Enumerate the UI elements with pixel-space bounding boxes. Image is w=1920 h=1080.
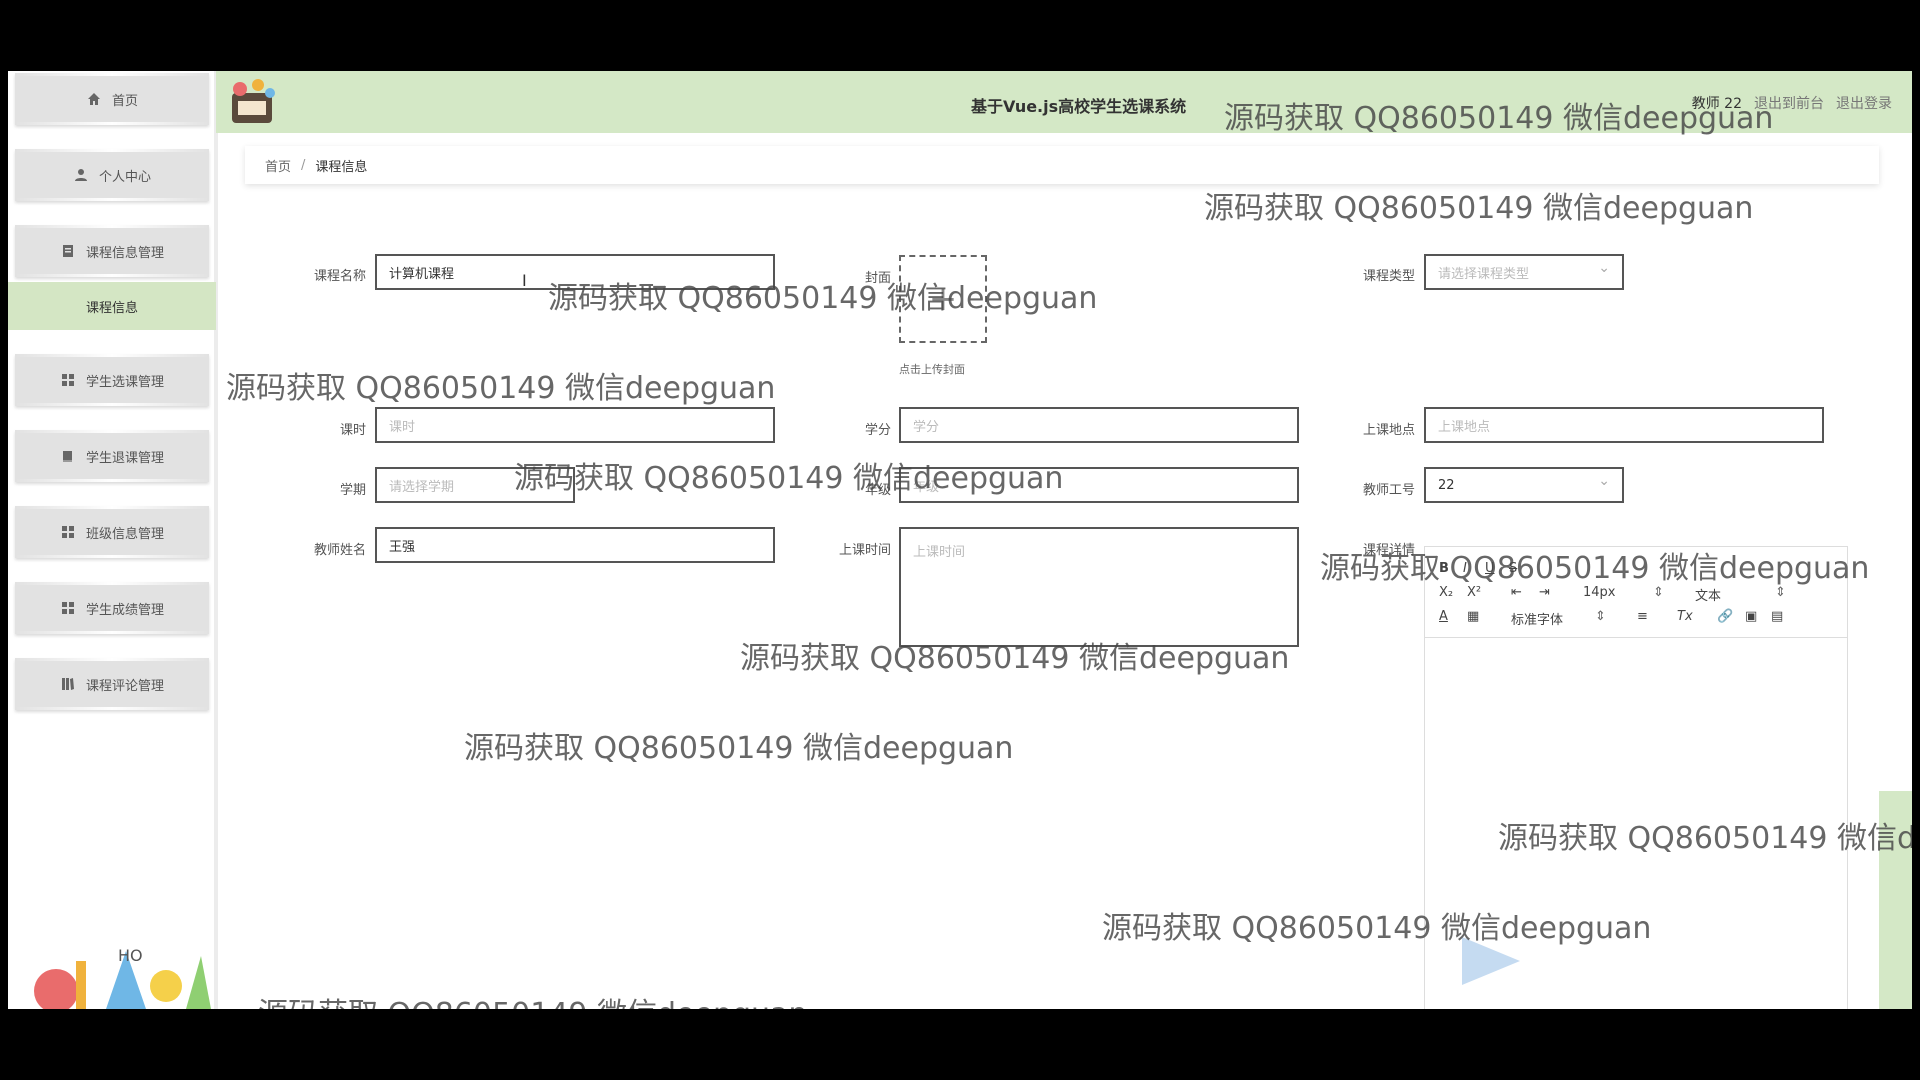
grid-icon (60, 524, 76, 540)
teacher-name-label: 教师姓名 (313, 543, 366, 558)
chevron-updown-icon: ⇕ (1595, 609, 1606, 624)
italic-icon[interactable]: I (1463, 561, 1467, 576)
teacher-id-select[interactable]: 22 (1424, 467, 1624, 503)
sidebar-item-label: 课程评论管理 (85, 678, 164, 694)
library-icon (60, 676, 76, 692)
plus-icon: + (928, 279, 958, 319)
class-time-textarea[interactable]: 上课时间 (899, 527, 1299, 647)
sidebar-item-class-management[interactable]: 班级信息管理 (15, 506, 209, 558)
class-time-label: 上课时间 (838, 543, 891, 558)
credit-label: 学分 (864, 423, 891, 438)
user-area: 教师 22 退出到前台 退出登录 (1692, 93, 1892, 113)
grade-input[interactable]: 年级 (899, 467, 1299, 503)
watermark-text: 源码获取 QQ86050149 微信deepguan (226, 371, 776, 406)
block-type-select[interactable]: 文本 (1695, 585, 1721, 604)
sidebar-item-student-withdraw[interactable]: 学生退课管理 (15, 430, 209, 482)
sidebar-decoration-image: HO (34, 946, 211, 1009)
right-edge-decoration (1879, 791, 1912, 1009)
course-name-label: 课程名称 (313, 269, 366, 284)
svg-text:HO: HO (118, 946, 143, 965)
font-size-select[interactable]: 14px (1583, 585, 1616, 600)
hours-input[interactable]: 课时 (375, 407, 775, 443)
subscript-icon[interactable]: X₂ (1439, 585, 1453, 600)
app-title: 基于Vue.js高校学生选课系统 (971, 97, 1187, 116)
chevron-updown-icon: ⇕ (1775, 585, 1786, 600)
play-logo-icon (1462, 937, 1520, 985)
clear-format-icon[interactable]: Tx (1677, 609, 1693, 624)
sidebar-item-home[interactable]: 首页 (15, 73, 209, 125)
sidebar-item-label: 学生成绩管理 (85, 602, 164, 618)
outdent-icon[interactable]: ⇤ (1511, 585, 1522, 600)
breadcrumb-home[interactable]: 首页 (265, 156, 291, 175)
align-icon[interactable]: ≡ (1637, 609, 1648, 624)
logo-icon (232, 79, 275, 123)
top-bar: 基于Vue.js高校学生选课系统 教师 22 退出到前台 退出登录 (216, 71, 1912, 133)
sidebar-item-comment-management[interactable]: 课程评论管理 (15, 658, 209, 710)
app-screen: 首页 个人中心 课程信息管理 课程信息 学生选课管理 学生退课管理 班级信息管理… (8, 71, 1912, 1009)
grade-label: 年级 (864, 483, 891, 498)
current-user: 教师 22 (1691, 96, 1742, 112)
indent-icon[interactable]: ⇥ (1539, 585, 1550, 600)
credit-input[interactable]: 学分 (899, 407, 1299, 443)
sidebar-item-label: 首页 (111, 93, 138, 109)
video-icon[interactable]: ▤ (1771, 609, 1783, 624)
grid-icon (60, 372, 76, 388)
hours-label: 课时 (339, 423, 366, 438)
teacher-id-label: 教师工号 (1362, 483, 1415, 498)
semester-label: 学期 (339, 483, 366, 498)
strikethrough-icon[interactable]: S (1509, 561, 1517, 576)
breadcrumb: 首页 / 课程信息 (245, 146, 1879, 184)
cover-upload-button[interactable]: + (899, 255, 987, 343)
sidebar-item-label: 学生选课管理 (85, 374, 164, 390)
watermark-text: 源码获取 QQ86050149 微信deepguan (464, 731, 1014, 766)
sidebar-item-label: 课程信息管理 (85, 245, 164, 261)
sidebar-subitem-course-info[interactable]: 课程信息 (8, 282, 216, 330)
sidebar-item-student-enrollment[interactable]: 学生选课管理 (15, 354, 209, 406)
location-input[interactable]: 上课地点 (1424, 407, 1824, 443)
course-type-label: 课程类型 (1362, 269, 1415, 284)
chevron-updown-icon: ⇕ (1653, 585, 1664, 600)
sidebar-item-label: 学生退课管理 (85, 450, 164, 466)
back-to-front-link[interactable]: 退出到前台 (1754, 93, 1824, 113)
watermark-text: 源码获取 QQ86050149 微信deepguan (258, 989, 807, 1009)
semester-select[interactable]: 请选择学期 (375, 467, 575, 503)
user-icon (73, 167, 89, 183)
link-icon[interactable]: 🔗 (1717, 609, 1733, 624)
image-icon[interactable]: ▣ (1745, 609, 1757, 624)
underline-icon[interactable]: U (1485, 561, 1495, 576)
course-name-input[interactable]: 计算机课程 (375, 254, 775, 290)
text-cursor-icon: I (522, 271, 527, 290)
sidebar-item-label: 个人中心 (98, 169, 151, 185)
location-label: 上课地点 (1362, 423, 1415, 438)
sidebar: 首页 个人中心 课程信息管理 课程信息 学生选课管理 学生退课管理 班级信息管理… (8, 71, 218, 1009)
breadcrumb-separator: / (301, 157, 306, 173)
cover-upload-hint: 点击上传封面 (899, 363, 965, 376)
grid-icon (60, 600, 76, 616)
book-icon (60, 448, 76, 464)
font-color-icon[interactable]: A (1439, 609, 1448, 624)
cover-label: 封面 (864, 271, 891, 286)
sidebar-subitem-label: 课程信息 (85, 300, 138, 316)
logout-link[interactable]: 退出登录 (1836, 93, 1892, 113)
sidebar-item-personal-center[interactable]: 个人中心 (15, 149, 209, 201)
teacher-name-input[interactable]: 王强 (375, 527, 775, 563)
sidebar-item-grade-management[interactable]: 学生成绩管理 (15, 582, 209, 634)
editor-toolbar: B I U S X₂ X² ⇤ ⇥ 14px ⇕ 文本 ⇕ A ▦ 标准字体 ⇕… (1425, 547, 1847, 638)
bold-icon[interactable]: B (1439, 561, 1449, 576)
course-type-select[interactable]: 请选择课程类型 (1424, 254, 1624, 290)
sidebar-item-course-info-management[interactable]: 课程信息管理 (15, 225, 209, 277)
background-color-icon[interactable]: ▦ (1467, 609, 1479, 624)
breadcrumb-current: 课程信息 (315, 159, 368, 175)
clipboard-icon (60, 243, 76, 259)
superscript-icon[interactable]: X² (1467, 585, 1481, 600)
watermark-text: 源码获取 QQ86050149 微信deepguan (1204, 191, 1754, 226)
font-family-select[interactable]: 标准字体 (1511, 609, 1563, 628)
home-icon (86, 91, 102, 107)
details-label: 课程详情 (1362, 543, 1415, 558)
sidebar-item-label: 班级信息管理 (85, 526, 164, 542)
